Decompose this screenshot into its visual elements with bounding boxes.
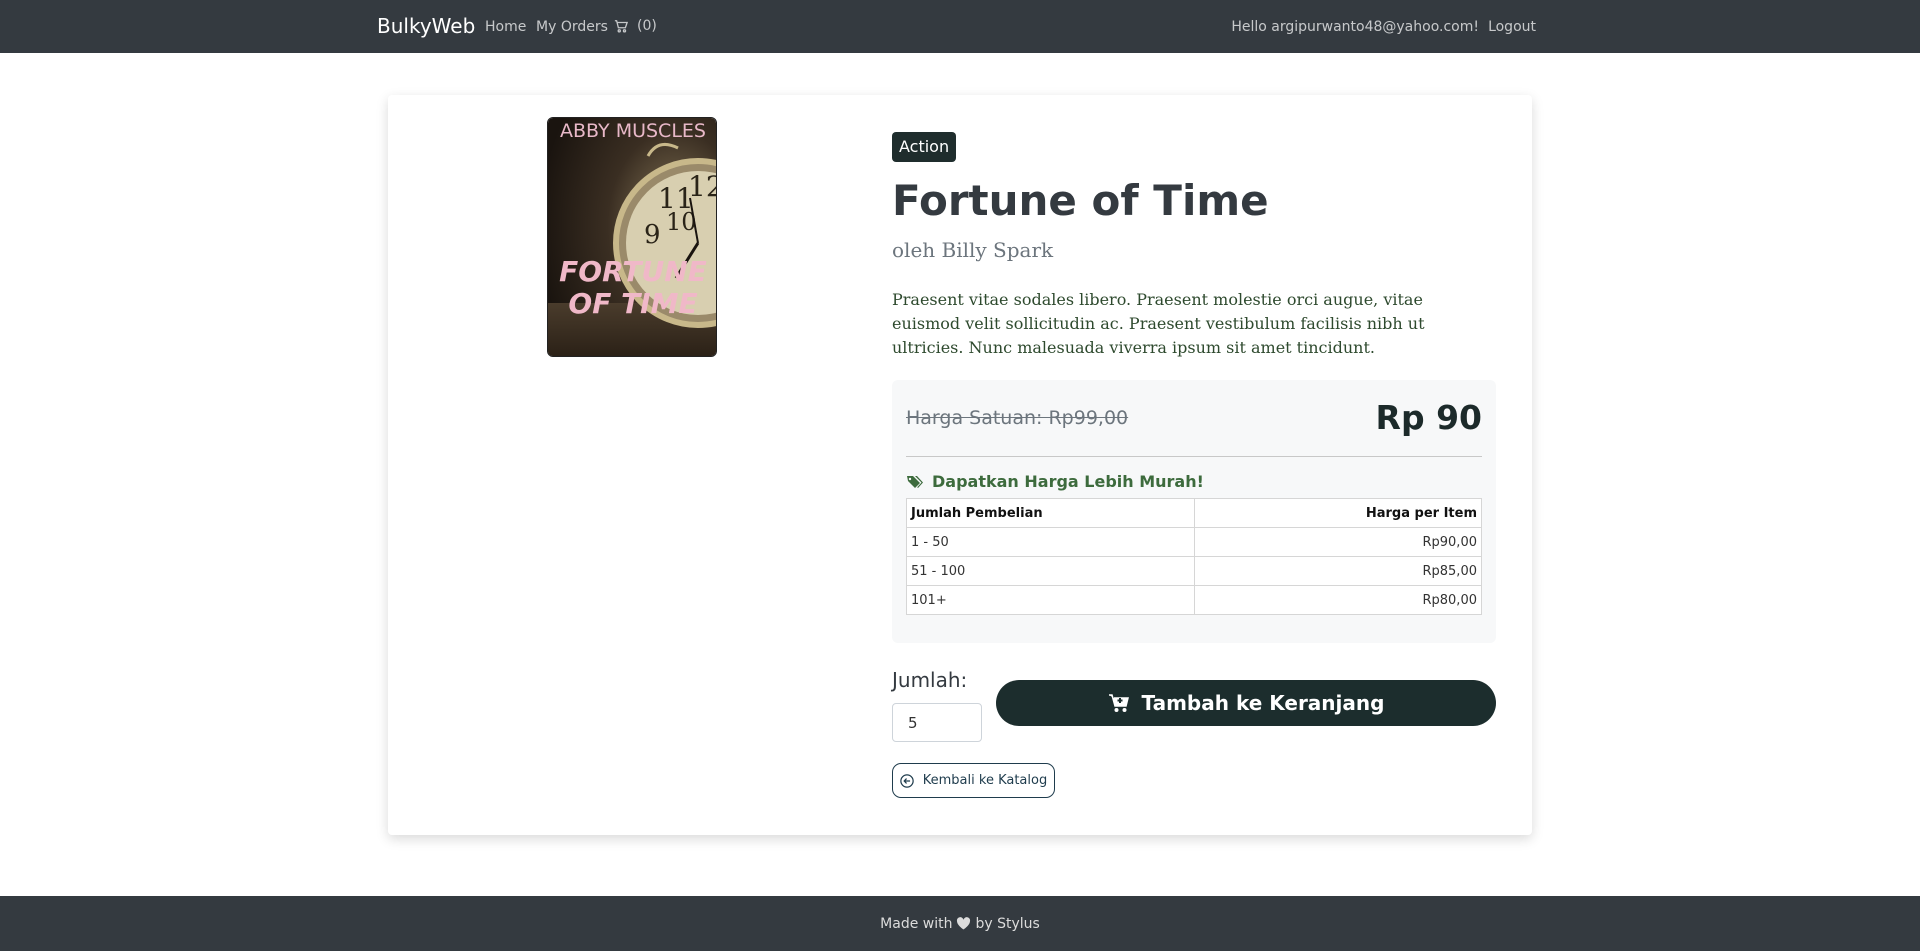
add-to-cart-label: Tambah ke Keranjang xyxy=(1141,691,1385,715)
footer-by: by Stylus xyxy=(975,915,1040,932)
logout-link[interactable]: Logout xyxy=(1488,19,1536,35)
product-description: Praesent vitae sodales libero. Praesent … xyxy=(892,290,1425,357)
tags-icon xyxy=(907,475,923,488)
sale-price: Rp 90 xyxy=(1375,398,1482,437)
price-box: Harga Satuan: Rp99,00 Rp 90 Dapatkan Har… xyxy=(892,380,1496,643)
table-row: 101+ Rp80,00 xyxy=(906,585,1482,615)
column-header-price: Harga per Item xyxy=(1193,498,1482,528)
cart-count: (0) xyxy=(637,18,657,34)
svg-text:12: 12 xyxy=(688,170,717,203)
back-to-catalog-label: Kembali ke Katalog xyxy=(922,773,1048,788)
cover-title-line1: FORTUNE xyxy=(559,255,707,288)
quantity-input[interactable] xyxy=(892,703,982,742)
book-cover-image: 11 12 9 10 ABBY MUSCLES FORTUNE OF TIME xyxy=(547,117,717,357)
tier-price: Rp90,00 xyxy=(1193,527,1482,557)
footer: Made with by Stylus xyxy=(0,896,1920,951)
nav-orders-link[interactable]: My Orders xyxy=(536,19,608,35)
product-title: Fortune of Time xyxy=(892,176,1269,225)
svg-text:9: 9 xyxy=(644,220,661,250)
arrow-left-circle-icon xyxy=(900,773,914,788)
nav-cart-link[interactable]: (0) xyxy=(614,18,657,34)
heart-icon xyxy=(957,917,971,930)
table-row: 1 - 50 Rp90,00 xyxy=(906,527,1482,557)
tier-qty: 101+ xyxy=(906,585,1195,615)
footer-made-with: Made with xyxy=(880,915,953,932)
table-row: 51 - 100 Rp85,00 xyxy=(906,556,1482,586)
navbar: BulkyWeb Home My Orders (0) Hello argipu… xyxy=(0,0,1920,53)
category-badge: Action xyxy=(892,132,957,162)
user-greeting-link[interactable]: Hello argipurwanto48@yahoo.com! xyxy=(1231,19,1479,35)
column-header-qty: Jumlah Pembelian xyxy=(906,498,1195,528)
add-to-cart-button[interactable]: Tambah ke Keranjang xyxy=(996,680,1496,726)
tier-qty: 1 - 50 xyxy=(906,527,1195,557)
cart-icon xyxy=(614,20,628,33)
brand-link[interactable]: BulkyWeb xyxy=(377,14,475,38)
tier-price: Rp80,00 xyxy=(1193,585,1482,615)
quantity-label: Jumlah: xyxy=(892,668,968,692)
price-divider xyxy=(906,456,1482,457)
list-price: Harga Satuan: Rp99,00 xyxy=(906,407,1129,429)
nav-home-link[interactable]: Home xyxy=(485,19,526,35)
cover-title-line2: OF TIME xyxy=(568,287,698,320)
cart-plus-icon xyxy=(1108,694,1129,712)
bulk-price-table: Jumlah Pembelian Harga per Item 1 - 50 R… xyxy=(906,498,1482,615)
bulk-promo-heading: Dapatkan Harga Lebih Murah! xyxy=(906,472,1204,491)
promo-text: Dapatkan Harga Lebih Murah! xyxy=(932,472,1204,491)
tier-price: Rp85,00 xyxy=(1193,556,1482,586)
tier-qty: 51 - 100 xyxy=(906,556,1195,586)
cover-top-text: ABBY MUSCLES xyxy=(560,120,706,142)
table-header-row: Jumlah Pembelian Harga per Item xyxy=(906,498,1482,528)
back-to-catalog-button[interactable]: Kembali ke Katalog xyxy=(892,763,1055,798)
product-author: oleh Billy Spark xyxy=(892,238,1054,262)
